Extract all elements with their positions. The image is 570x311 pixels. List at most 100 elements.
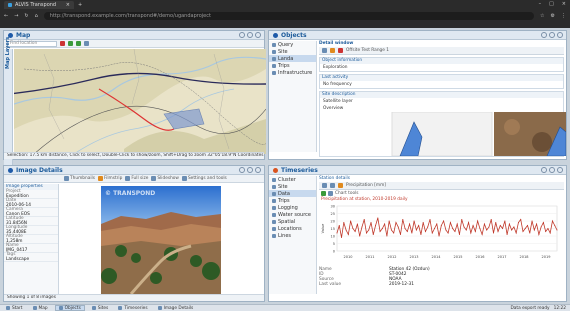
taskbar-button[interactable]: Start: [3, 305, 26, 311]
timeseries-tree-item[interactable]: Lines: [269, 232, 316, 239]
taskbar-label: Start: [12, 305, 23, 311]
new-tab-icon[interactable]: +: [78, 2, 82, 8]
panel-collapse-icon[interactable]: [541, 32, 547, 38]
data-point: [492, 232, 494, 234]
ts-chart-icon[interactable]: [338, 183, 343, 188]
ts-back-icon[interactable]: [322, 183, 327, 188]
close-window-icon[interactable]: ×: [562, 1, 566, 7]
x-tick-label: 2016: [476, 255, 485, 259]
objects-tree-item[interactable]: Infrastructure: [269, 69, 316, 76]
home-icon[interactable]: ⌂: [35, 13, 38, 19]
address-bar[interactable]: http://transpond.example.com/transpond#/…: [43, 12, 535, 20]
panel-collapse-icon[interactable]: [239, 32, 245, 38]
taskbar-app-icon: [6, 306, 10, 310]
panel-close-icon[interactable]: [557, 32, 563, 38]
taskbar-button[interactable]: Image Details: [155, 305, 197, 311]
panel-maximize-icon[interactable]: [549, 167, 555, 173]
timeseries-tree-label: Trips: [278, 197, 290, 204]
chart-pan-icon[interactable]: [328, 191, 333, 196]
objects-tree-item[interactable]: Trips: [269, 62, 316, 69]
objects-panel-header: Objects: [269, 31, 566, 40]
image-toolbar-button[interactable]: Thumbnails: [64, 176, 95, 181]
data-point: [424, 231, 426, 232]
ts-forward-icon[interactable]: [330, 183, 335, 188]
data-point: [520, 219, 522, 220]
panel-close-icon[interactable]: [255, 32, 261, 38]
taskbar-button[interactable]: Objects: [54, 305, 85, 311]
settings-icon[interactable]: [84, 41, 89, 46]
star-icon[interactable]: ☆: [540, 13, 544, 19]
objects-tree-item[interactable]: Query: [269, 41, 316, 48]
timeseries-chart[interactable]: 0 5 10 15 20 25 30 Value 2010 2011 2012 2013 2014 201…: [319, 203, 563, 261]
reload-icon[interactable]: ↻: [24, 13, 28, 19]
taskbar-app-icon: [32, 306, 37, 310]
timeseries-tree-item[interactable]: Locations: [269, 225, 316, 232]
panel-collapse-icon[interactable]: [239, 167, 245, 173]
timeseries-tree-item[interactable]: Site: [269, 183, 316, 190]
detail-tool-icon[interactable]: [322, 48, 327, 53]
image-viewer[interactable]: © TRANSPOND: [101, 186, 221, 294]
detail-toolbar-text: Offsite Test Range 1: [346, 48, 390, 53]
data-point: [443, 220, 445, 222]
data-point: [524, 228, 526, 229]
data-point: [397, 226, 399, 228]
layer-green-icon[interactable]: [68, 41, 73, 46]
y-tick-label: 15: [331, 227, 335, 231]
folder-icon: [272, 42, 276, 47]
detail-edit-icon[interactable]: [330, 48, 335, 53]
panel-maximize-icon[interactable]: [247, 167, 253, 173]
taskbar-button[interactable]: Map: [30, 305, 51, 311]
taskbar-button[interactable]: Sites: [89, 305, 112, 311]
chart-zoom-icon[interactable]: [321, 191, 326, 196]
minimize-icon[interactable]: –: [539, 1, 542, 7]
data-point: [536, 223, 538, 225]
data-point: [504, 220, 506, 222]
image-toolbar-button[interactable]: Filmstrip: [97, 176, 122, 181]
objects-tree-item[interactable]: Landa: [269, 55, 316, 62]
back-icon[interactable]: ←: [4, 13, 8, 19]
menu-icon[interactable]: ⋮: [561, 13, 566, 19]
data-point: [465, 229, 467, 231]
browser-tabbar: ALVIS Transpond × +: [0, 0, 570, 10]
taskbar-label: Map: [38, 305, 48, 311]
taskbar-button[interactable]: Timeseries: [115, 305, 150, 311]
delete-icon[interactable]: [60, 41, 65, 46]
image-toolbar-label: Slideshow: [157, 176, 179, 181]
timeseries-tree-item[interactable]: Trips: [269, 197, 316, 204]
image-toolbar-button[interactable]: Settings and tools: [181, 176, 227, 181]
browser-tab[interactable]: ALVIS Transpond ×: [4, 1, 74, 9]
extensions-icon[interactable]: ⚙: [551, 13, 555, 19]
panel-close-icon[interactable]: [557, 167, 563, 173]
timeseries-tree-item[interactable]: Cluster: [269, 176, 316, 183]
globe-icon[interactable]: [76, 41, 81, 46]
image-toolbar-button[interactable]: Slideshow: [151, 176, 179, 181]
panel-maximize-icon[interactable]: [549, 32, 555, 38]
detail-section-sub: Satellite layer: [323, 99, 353, 104]
forward-icon[interactable]: →: [14, 13, 18, 19]
panel-collapse-icon[interactable]: [541, 167, 547, 173]
objects-tree-item[interactable]: Site: [269, 48, 316, 55]
map-status-text: Selection: 17.5 km distance, Click to se…: [7, 153, 264, 158]
data-point: [409, 223, 411, 225]
timeseries-panel-controls: [541, 167, 566, 173]
panel-close-icon[interactable]: [255, 167, 261, 173]
data-point: [390, 229, 392, 231]
close-tab-icon[interactable]: ×: [66, 2, 70, 8]
data-point: [515, 232, 517, 234]
objects-tree-label: Site: [278, 48, 288, 55]
timeseries-tree-item[interactable]: Logging: [269, 204, 316, 211]
image-toolbar-button[interactable]: Full size: [125, 176, 148, 181]
maximize-icon[interactable]: □: [549, 1, 554, 7]
map-canvas[interactable]: [14, 49, 266, 154]
detail-section-value: Exploration: [323, 65, 348, 70]
panel-maximize-icon[interactable]: [247, 32, 253, 38]
map-toolbar: Find location: [4, 40, 264, 48]
timeseries-tree-item[interactable]: Spatial: [269, 218, 316, 225]
timeseries-tree-item[interactable]: Data: [269, 190, 316, 197]
search-field[interactable]: Find location: [7, 40, 57, 47]
data-point: [422, 222, 424, 223]
detail-delete-icon[interactable]: [338, 48, 343, 53]
data-point: [418, 225, 420, 226]
data-point: [447, 232, 449, 234]
timeseries-tree-item[interactable]: Water source: [269, 211, 316, 218]
